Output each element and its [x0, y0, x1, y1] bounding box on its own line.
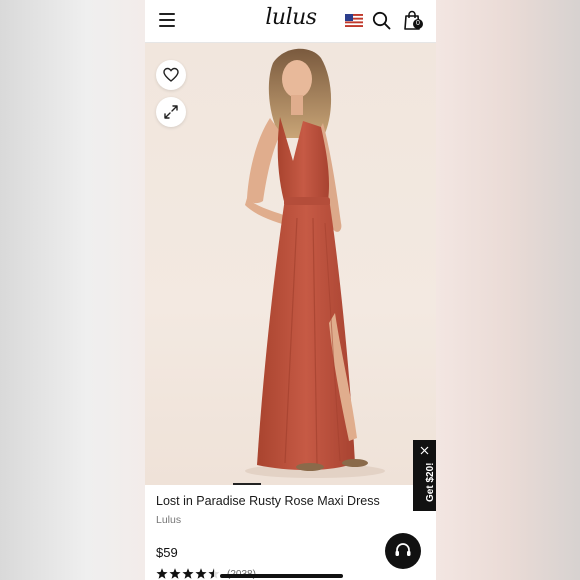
- star-fill: [156, 568, 168, 579]
- phone-screen: lulus 0 Get $20! Lost in Paradise Rusty …: [145, 0, 436, 580]
- expand-icon: [164, 105, 178, 119]
- promo-label[interactable]: Get $20!: [425, 457, 436, 502]
- star-fill: [182, 568, 194, 579]
- star-fill: [169, 568, 181, 579]
- product-price: $59: [156, 545, 178, 560]
- heart-icon: [163, 67, 179, 82]
- search-icon[interactable]: [372, 11, 391, 30]
- product-title: Lost in Paradise Rusty Rose Maxi Dress: [156, 494, 380, 508]
- background-left: [0, 0, 145, 580]
- wishlist-button[interactable]: [156, 60, 186, 90]
- cart-count-badge: 0: [413, 19, 423, 29]
- home-indicator: [220, 574, 343, 578]
- hamburger-menu-icon[interactable]: [159, 13, 175, 27]
- top-navigation-bar: lulus 0: [145, 0, 436, 43]
- rating-stars[interactable]: [156, 568, 224, 580]
- lulus-logo[interactable]: lulus: [261, 5, 321, 30]
- dress-model-photo: [245, 48, 385, 478]
- us-flag-icon[interactable]: [345, 14, 363, 27]
- close-icon[interactable]: [420, 446, 429, 455]
- product-brand[interactable]: Lulus: [156, 514, 181, 526]
- chat-button[interactable]: [385, 533, 421, 569]
- image-carousel-indicator: [233, 483, 261, 485]
- chat-icon: [395, 543, 411, 556]
- product-image[interactable]: [145, 43, 436, 485]
- star-fill: [195, 568, 207, 579]
- background-right: [436, 0, 580, 580]
- promo-tab[interactable]: Get $20!: [413, 440, 436, 511]
- expand-image-button[interactable]: [156, 97, 186, 127]
